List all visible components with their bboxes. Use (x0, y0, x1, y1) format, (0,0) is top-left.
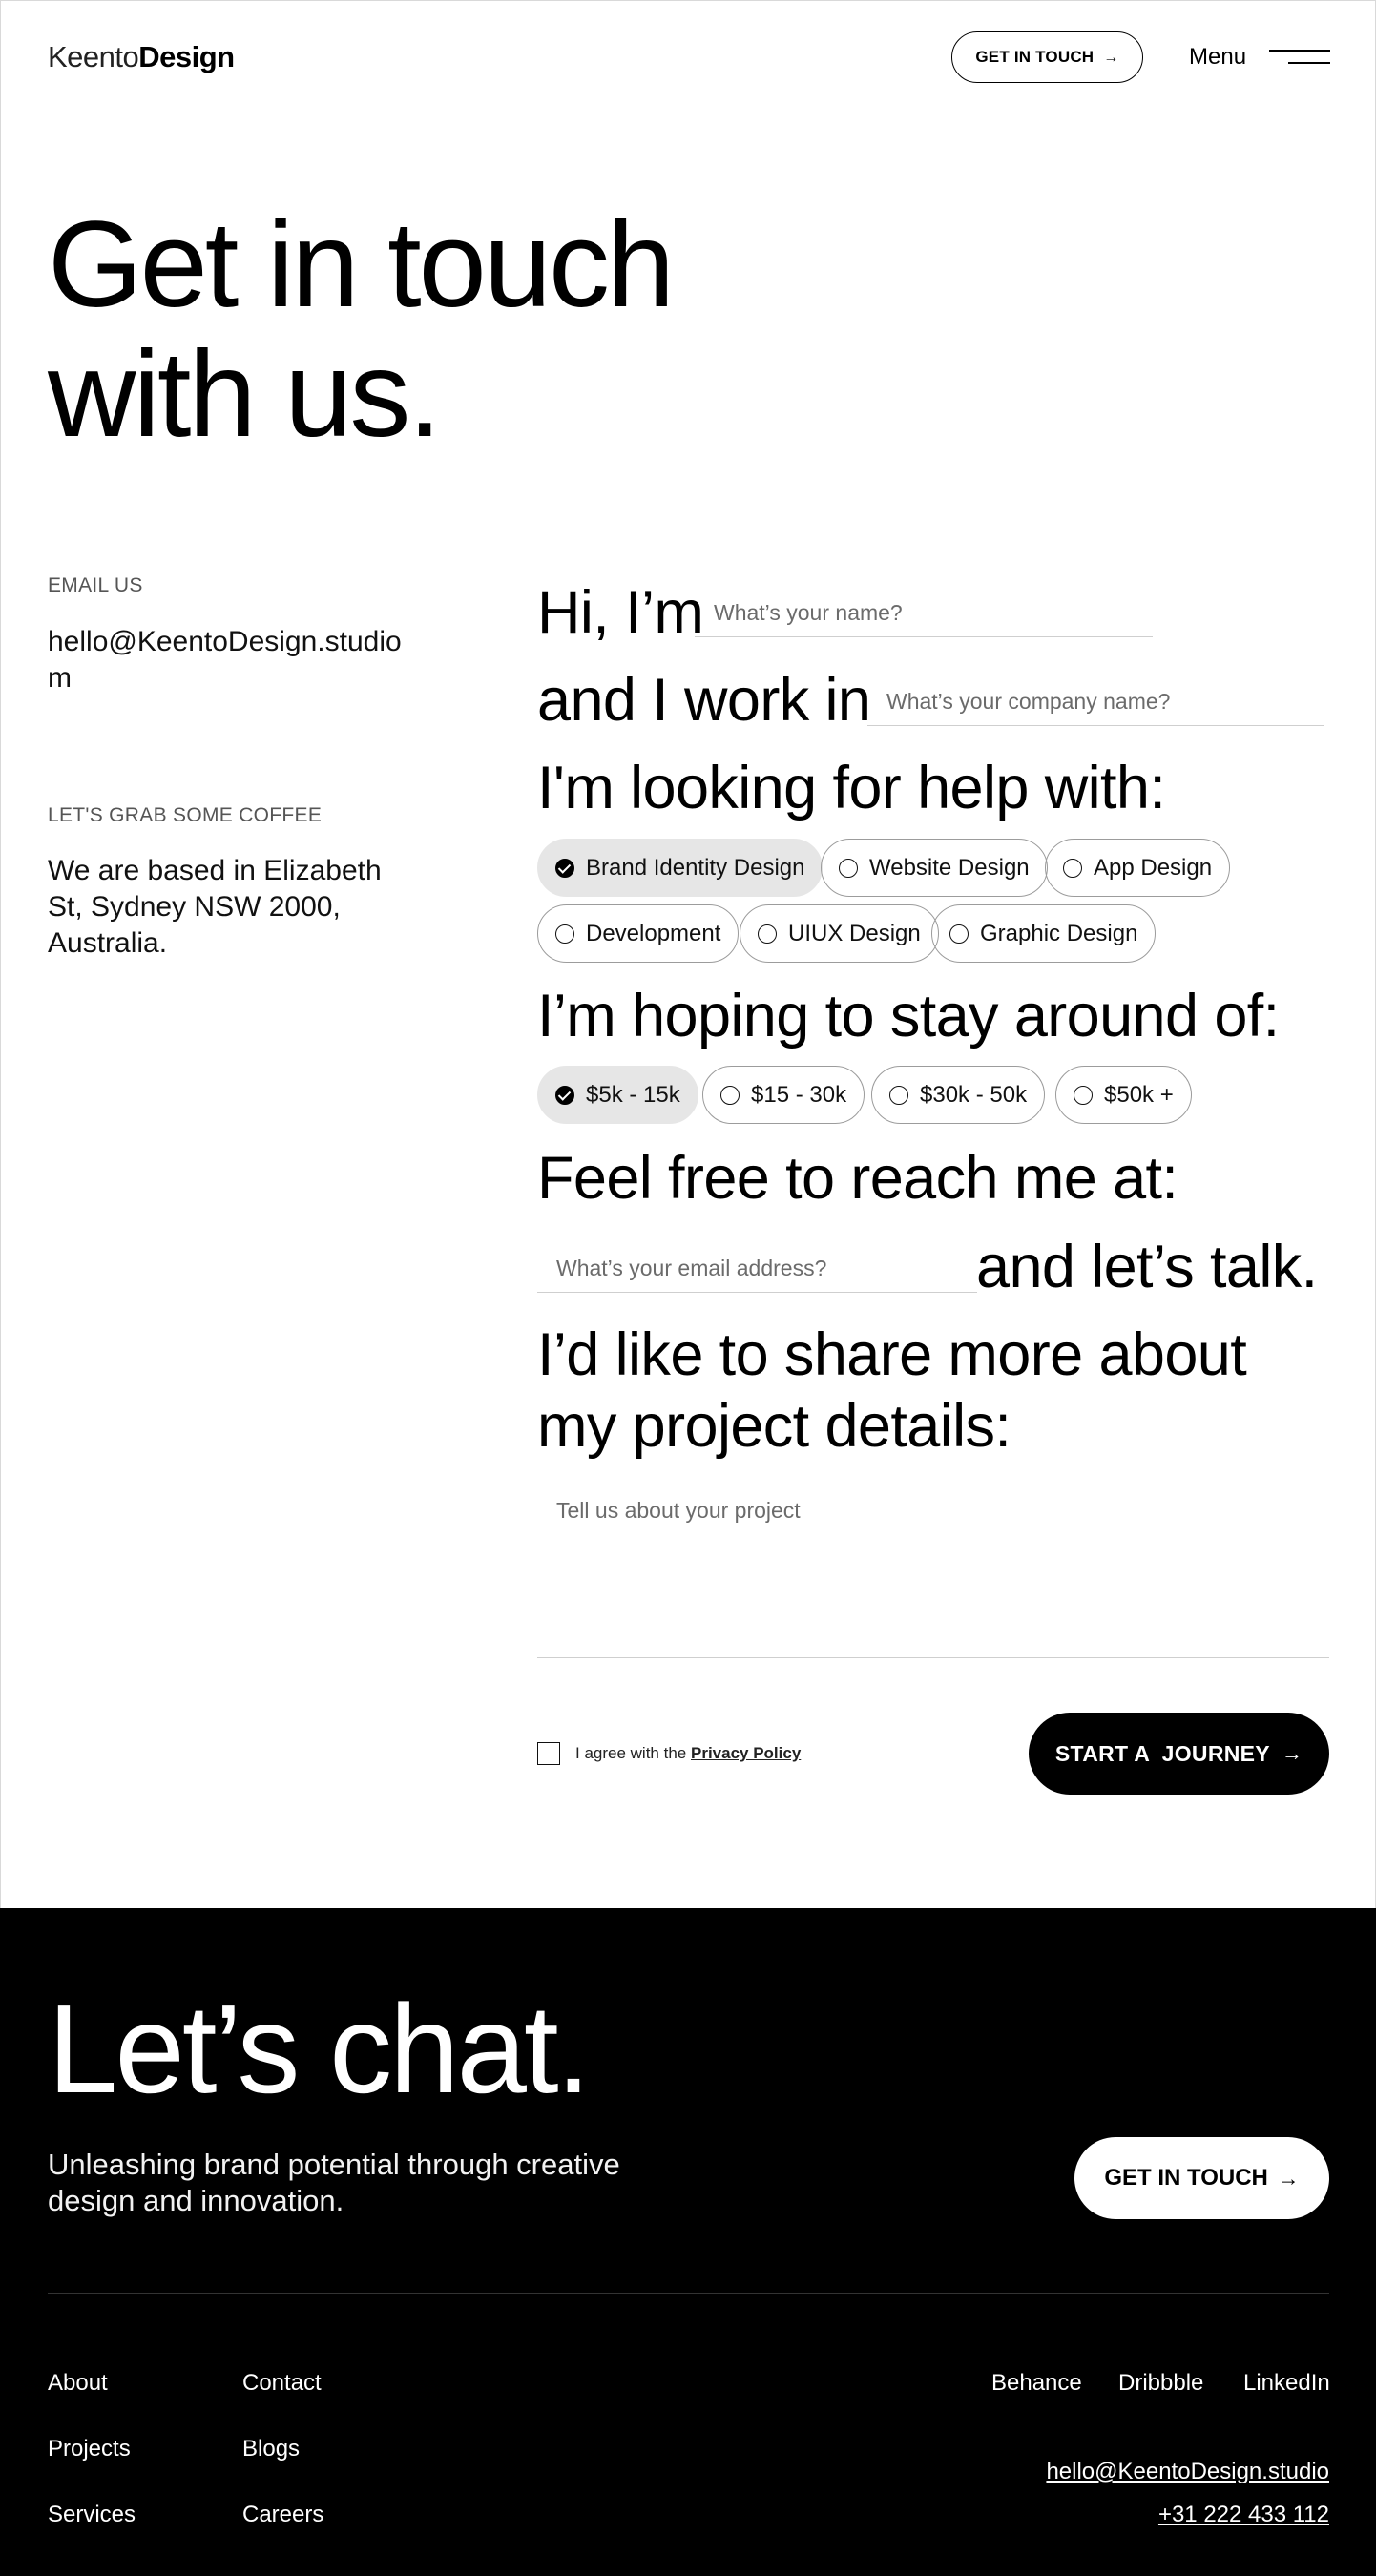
page-title-line2: with us. (48, 326, 442, 463)
service-chip-label: Development (586, 920, 721, 946)
footer-email-link[interactable]: hello@KeentoDesign.studio (1046, 2459, 1329, 2485)
coffee-label: LET'S GRAB SOME COFFEE (48, 804, 323, 826)
footer-link-careers[interactable]: Careers (242, 2502, 323, 2528)
footer-link-behance[interactable]: Behance (991, 2370, 1082, 2397)
budget-chip-15-30k[interactable]: $15 - 30k (702, 1066, 865, 1124)
footer-link-about[interactable]: About (48, 2370, 108, 2397)
service-chip-label: UIUX Design (788, 920, 921, 946)
start-journey-button[interactable]: START A JOURNEY → (1029, 1713, 1329, 1795)
budget-chip-label: $30k - 50k (920, 1081, 1028, 1108)
name-input[interactable]: What’s your name? (695, 590, 1153, 637)
header-get-in-touch-button[interactable]: GET IN TOUCH → (951, 31, 1143, 83)
service-chip-label: Graphic Design (980, 920, 1138, 946)
service-chip-label: App Design (1094, 854, 1213, 881)
footer-phone-link[interactable]: +31 222 433 112 (1158, 2502, 1329, 2528)
hamburger-menu-icon[interactable] (1269, 50, 1330, 65)
radio-circle-icon (720, 1085, 740, 1105)
service-chip-website[interactable]: Website Design (821, 839, 1048, 897)
service-chip-uiux[interactable]: UIUX Design (740, 904, 939, 963)
radio-circle-icon (949, 924, 969, 944)
agree-text: I agree with the (575, 1744, 687, 1762)
footer-link-blogs[interactable]: Blogs (242, 2436, 300, 2462)
name-prompt: Hi, I’m (537, 579, 704, 646)
privacy-agreement: I agree with the Privacy Policy (537, 1742, 801, 1765)
radio-circle-icon (889, 1085, 908, 1105)
header-cta-label: GET IN TOUCH (975, 48, 1095, 66)
logo-bold-text: Design (138, 40, 235, 73)
menu-label[interactable]: Menu (1189, 44, 1246, 71)
privacy-policy-link[interactable]: Privacy Policy (691, 1744, 801, 1762)
contact-email[interactable]: hello@KeentoDesign.studiom (48, 624, 410, 696)
footer-cta-label: GET IN TOUCH (1104, 2165, 1268, 2191)
budget-chip-30k-50k[interactable]: $30k - 50k (871, 1066, 1046, 1124)
footer-link-contact[interactable]: Contact (242, 2370, 322, 2397)
service-chip-brand-identity[interactable]: Brand Identity Design (537, 839, 824, 897)
radio-circle-icon (1074, 1085, 1093, 1105)
help-prompt: I'm looking for help with: (537, 755, 1166, 821)
arrow-right-icon: → (1281, 1741, 1303, 1765)
page-title: Get in touch with us. (48, 197, 675, 463)
reach-prompt: Feel free to reach me at: (537, 1145, 1178, 1212)
radio-circle-icon (758, 924, 777, 944)
email-input[interactable]: What’s your email address? (537, 1245, 977, 1293)
start-journey-label: START A JOURNEY (1054, 1740, 1270, 1766)
company-input[interactable]: What’s your company name? (867, 678, 1324, 726)
budget-chip-50k-plus[interactable]: $50k + (1055, 1066, 1192, 1124)
footer-tagline: Unleashing brand potential through creat… (48, 2148, 620, 2217)
logo[interactable]: KeentoDesign (48, 40, 235, 74)
radio-circle-icon (1063, 858, 1082, 878)
email-us-label: EMAIL US (48, 574, 143, 596)
details-prompt-line2: my project details: (537, 1393, 1011, 1460)
footer-get-in-touch-button[interactable]: GET IN TOUCH → (1074, 2137, 1329, 2219)
footer-link-linkedin[interactable]: LinkedIn (1243, 2370, 1330, 2397)
footer-link-projects[interactable]: Projects (48, 2436, 131, 2462)
footer: Let’s chat. Unleashing brand potential t… (0, 1908, 1376, 2576)
footer-link-services[interactable]: Services (48, 2502, 136, 2528)
footer-link-dribbble[interactable]: Dribbble (1118, 2370, 1203, 2397)
budget-chip-label: $5k - 15k (586, 1081, 680, 1108)
agree-checkbox[interactable] (537, 1742, 560, 1765)
check-circle-icon (555, 1085, 574, 1105)
talk-suffix: and let’s talk. (976, 1234, 1318, 1300)
radio-circle-icon (839, 858, 858, 878)
check-circle-icon (555, 858, 574, 878)
logo-light-text: Keento (48, 40, 139, 73)
details-prompt-line1: I’d like to share more about (537, 1321, 1247, 1388)
service-chip-graphic[interactable]: Graphic Design (931, 904, 1157, 963)
radio-circle-icon (555, 924, 574, 944)
service-chip-label: Brand Identity Design (586, 854, 805, 881)
service-chip-label: Website Design (869, 854, 1030, 881)
office-address: We are based in Elizabeth St, Sydney NSW… (48, 855, 382, 959)
page-title-line1: Get in touch (48, 197, 675, 333)
company-prompt: and I work in (537, 667, 871, 734)
arrow-right-icon: → (1103, 48, 1119, 66)
footer-heading: Let’s chat. (48, 1979, 591, 2119)
budget-prompt: I’m hoping to stay around of: (537, 983, 1280, 1049)
budget-chip-label: $50k + (1104, 1081, 1174, 1108)
service-chip-development[interactable]: Development (537, 904, 740, 963)
budget-chip-5k-15k[interactable]: $5k - 15k (537, 1066, 698, 1124)
service-chip-app[interactable]: App Design (1045, 839, 1231, 897)
arrow-right-icon: → (1277, 2165, 1300, 2191)
project-details-textarea[interactable]: Tell us about your project (537, 1477, 1329, 1658)
footer-divider (48, 2293, 1329, 2294)
budget-chip-label: $15 - 30k (751, 1081, 847, 1108)
